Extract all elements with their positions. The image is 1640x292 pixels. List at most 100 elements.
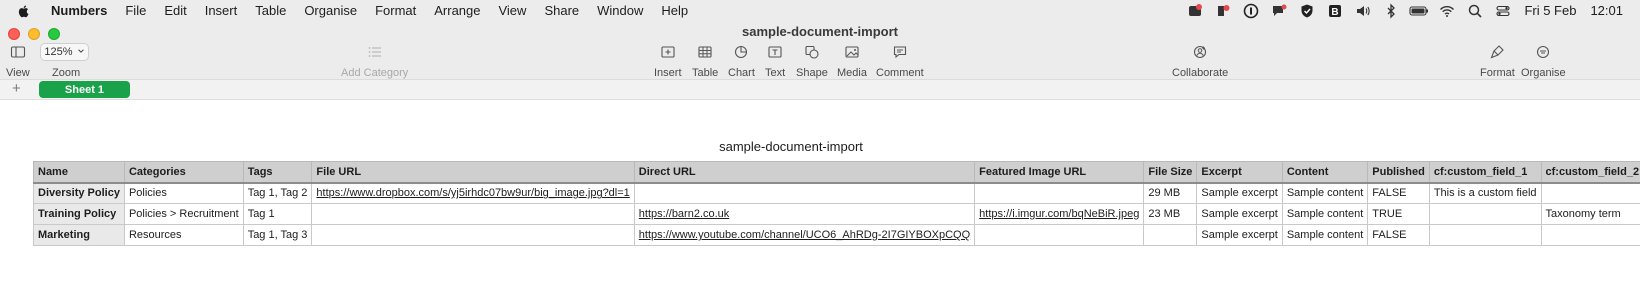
table-cell[interactable]: Sample excerpt <box>1196 203 1283 225</box>
menu-view[interactable]: View <box>489 3 535 18</box>
table-cell[interactable]: Tag 1 <box>242 203 313 225</box>
media-icon <box>844 42 860 62</box>
control-centre-icon[interactable] <box>1489 0 1517 21</box>
link[interactable]: https://www.dropbox.com/s/yj5irhdc07bw9u… <box>316 187 629 199</box>
table-cell[interactable]: Tag 1, Tag 3 <box>242 224 313 246</box>
insert-button[interactable]: Insert <box>654 42 682 79</box>
comment-button[interactable]: Comment <box>876 42 924 79</box>
table-cell[interactable] <box>1428 203 1542 225</box>
view-button[interactable]: View <box>6 42 30 79</box>
table-cell[interactable]: FALSE <box>1367 224 1430 246</box>
column-header-content[interactable]: Content <box>1281 161 1369 183</box>
table-cell[interactable]: https://www.dropbox.com/s/yj5irhdc07bw9u… <box>311 182 635 204</box>
column-header-direct-url[interactable]: Direct URL <box>633 161 976 183</box>
table-cell[interactable]: TRUE <box>1367 203 1430 225</box>
notification-icon[interactable] <box>1265 0 1293 21</box>
chart-label: Chart <box>728 67 755 79</box>
table-cell[interactable]: Resources <box>123 224 244 246</box>
format-button[interactable]: Format <box>1480 42 1515 79</box>
shape-button[interactable]: Shape <box>796 42 828 79</box>
media-button[interactable]: Media <box>837 42 867 79</box>
menu-window[interactable]: Window <box>588 3 652 18</box>
spotlight-search-icon[interactable] <box>1461 0 1489 21</box>
volume-icon[interactable] <box>1349 0 1377 21</box>
table-cell[interactable]: 23 MB <box>1143 203 1198 225</box>
menu-help[interactable]: Help <box>652 3 697 18</box>
table-cell[interactable]: Sample excerpt <box>1196 182 1283 204</box>
insert-icon <box>660 42 676 62</box>
menu-arrange[interactable]: Arrange <box>425 3 489 18</box>
column-header-custom-field-2[interactable]: cf:custom_field_2 <box>1540 161 1640 183</box>
table-cell[interactable]: Diversity Policy <box>33 182 125 204</box>
table-cell[interactable]: 29 MB <box>1143 182 1198 204</box>
chart-button[interactable]: Chart <box>728 42 755 79</box>
column-header-excerpt[interactable]: Excerpt <box>1196 161 1283 183</box>
column-header-tags[interactable]: Tags <box>242 161 313 183</box>
table-cell[interactable] <box>1540 224 1640 246</box>
menu-table[interactable]: Table <box>246 3 295 18</box>
column-header-published[interactable]: Published <box>1367 161 1430 183</box>
text-button[interactable]: Text <box>765 42 785 79</box>
table-cell[interactable]: FALSE <box>1367 182 1430 204</box>
apple-menu-icon[interactable] <box>16 3 32 19</box>
table-title[interactable]: sample-document-import <box>0 139 1582 154</box>
table-cell[interactable]: Tag 1, Tag 2 <box>242 182 313 204</box>
table-cell[interactable] <box>974 224 1145 246</box>
battery-icon[interactable] <box>1405 0 1433 21</box>
zoom-button[interactable]: Zoom <box>52 42 80 79</box>
table-cell[interactable] <box>311 203 635 225</box>
column-header-categories[interactable]: Categories <box>123 161 244 183</box>
table-cell[interactable]: Taxonomy term <box>1540 203 1640 225</box>
menu-app-numbers[interactable]: Numbers <box>42 3 116 18</box>
app-status-icon-3[interactable]: B <box>1321 0 1349 21</box>
sheet-tab-sheet-1[interactable]: Sheet 1 <box>39 81 130 98</box>
table-cell[interactable]: https://i.imgur.com/bqNeBiR.jpeg <box>974 203 1145 225</box>
table-cell[interactable] <box>974 182 1145 204</box>
table-cell[interactable]: Marketing <box>33 224 125 246</box>
onepassword-icon[interactable] <box>1237 0 1265 21</box>
link[interactable]: https://www.youtube.com/channel/UCO6_AhR… <box>639 229 970 241</box>
table-cell[interactable]: Policies > Recruitment <box>123 203 244 225</box>
organise-button[interactable]: Organise <box>1521 42 1566 79</box>
app-status-icon-2[interactable] <box>1209 0 1237 21</box>
table-cell[interactable]: Sample content <box>1281 182 1369 204</box>
data-table[interactable]: Name Categories Tags File URL Direct URL… <box>33 161 1640 246</box>
column-header-file-url[interactable]: File URL <box>311 161 635 183</box>
table-cell[interactable]: Sample content <box>1281 203 1369 225</box>
menu-share[interactable]: Share <box>535 3 588 18</box>
table-cell[interactable] <box>1143 224 1198 246</box>
table-cell[interactable]: https://www.youtube.com/channel/UCO6_AhR… <box>633 224 976 246</box>
link[interactable]: https://barn2.co.uk <box>639 208 730 220</box>
table-cell[interactable] <box>1428 224 1542 246</box>
header-row: Name Categories Tags File URL Direct URL… <box>33 161 1640 183</box>
menu-organise[interactable]: Organise <box>295 3 366 18</box>
column-header-file-size[interactable]: File Size <box>1143 161 1198 183</box>
column-header-custom-field-1[interactable]: cf:custom_field_1 <box>1428 161 1542 183</box>
table-cell[interactable]: Training Policy <box>33 203 125 225</box>
column-header-name[interactable]: Name <box>33 161 125 183</box>
bluetooth-icon[interactable] <box>1377 0 1405 21</box>
add-sheet-button[interactable]: + <box>12 81 21 97</box>
table-cell[interactable]: Sample excerpt <box>1196 224 1283 246</box>
wifi-icon[interactable] <box>1433 0 1461 21</box>
table-cell[interactable]: Sample content <box>1281 224 1369 246</box>
menu-file[interactable]: File <box>116 3 155 18</box>
app-status-icon-1[interactable] <box>1181 0 1209 21</box>
collaborate-button[interactable]: Collaborate <box>1172 42 1228 79</box>
table-cell[interactable] <box>1540 182 1640 204</box>
shield-icon[interactable] <box>1293 0 1321 21</box>
link[interactable]: https://i.imgur.com/bqNeBiR.jpeg <box>979 208 1139 220</box>
menubar-date[interactable]: Fri 5 Feb <box>1517 3 1583 18</box>
table-cell[interactable]: Policies <box>123 182 244 204</box>
column-header-featured-image-url[interactable]: Featured Image URL <box>974 161 1145 183</box>
table-cell[interactable]: This is a custom field <box>1428 182 1542 204</box>
menu-edit[interactable]: Edit <box>155 3 195 18</box>
table-cell[interactable] <box>633 182 976 204</box>
menu-insert[interactable]: Insert <box>196 3 247 18</box>
table-cell[interactable]: https://barn2.co.uk <box>633 203 976 225</box>
menubar-time[interactable]: 12:01 <box>1583 3 1630 18</box>
table-cell[interactable] <box>311 224 635 246</box>
menu-format[interactable]: Format <box>366 3 425 18</box>
table-button[interactable]: Table <box>692 42 718 79</box>
add-category-button[interactable]: Add Category <box>341 42 408 79</box>
